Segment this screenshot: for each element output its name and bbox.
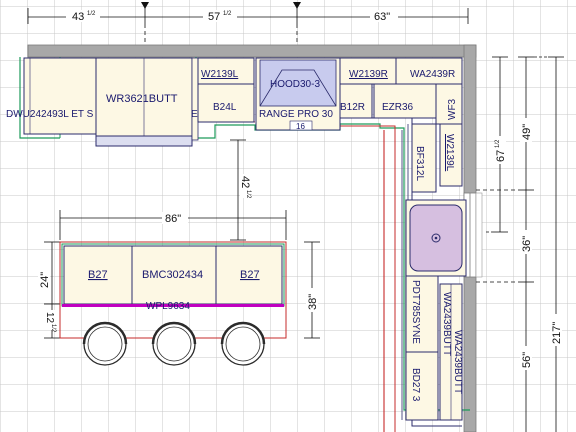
right-run-cabinets: WF3 W2139L BF312L PDT785SYNE BD27 3 WA24… [405,83,467,421]
label-range-sub: 16 [296,122,305,131]
kitchen-floor-plan: 43 1/2 57 1/2 63" 49" 67 1/2 36" 56" 217… [0,0,576,432]
dim-right-67-frac: 1/2 [495,139,501,148]
label-wf: WF3 [447,98,458,120]
label-bf312l: BF312L [414,146,425,181]
cabinet-dwu[interactable] [23,57,97,135]
label-w2139l: W2139L [201,69,239,80]
label-dwu: DWU242493L ET S [6,109,94,120]
label-wr3621: WR3621BUTT [106,93,178,105]
dim-island-38: 38" [307,294,319,310]
stool-1[interactable] [82,321,128,366]
stool-3[interactable] [220,321,266,366]
label-w2139r: W2139R [349,69,388,80]
dim-top-mid-frac: 1/2 [223,11,232,17]
label-wa2439butt-b: WA2439BUTT [452,330,463,394]
panel-ep96[interactable] [191,57,199,141]
dim-gap-42: 42 [239,176,251,188]
dim-overhang-12-frac: 1/2 [50,324,56,333]
label-island-b27-left: B27 [88,269,108,281]
stools [82,321,266,366]
dim-right-49: 49" [521,124,533,140]
label-island-b27-right: B27 [240,269,260,281]
stool-2[interactable] [151,321,197,366]
dim-right-56: 56" [521,352,533,368]
label-b24l: B24L [213,102,237,113]
dim-top-mid: 57 [208,11,220,23]
dim-right-217: 217" [551,322,563,344]
label-pdt: PDT785SYNE [410,280,421,344]
label-island-bmc: BMC302434 [142,269,203,281]
label-range: RANGE PRO 30 [259,109,333,120]
dim-right-36: 36" [521,236,533,252]
label-hood: HOOD30-3 [270,79,320,90]
dim-right-67: 67 [495,150,507,162]
dim-island-86: 86" [165,213,181,225]
label-wa2439r: WA2439R [410,69,455,80]
label-wa2439butt-a: WA2439BUTT [441,292,452,356]
top-wall [27,44,477,58]
label-b12r: B12R [340,102,365,113]
dim-overhang-12: 12 [44,312,55,324]
label-w2139l-right: W2139L [444,134,455,172]
plan-canvas: 43 1/2 57 1/2 63" 49" 67 1/2 36" 56" 217… [0,0,576,432]
dim-top-left: 43 [72,11,84,23]
label-ezr: EZR36 [382,102,414,113]
label-island-wpl: WPL9634 [146,301,190,312]
dim-gap-42-frac: 1/2 [245,190,251,199]
dim-top-left-frac: 1/2 [87,11,96,17]
label-bd27: BD27 3 [410,368,421,402]
dim-top-right: 63" [374,11,390,23]
dim-island-24: 24" [39,272,51,288]
